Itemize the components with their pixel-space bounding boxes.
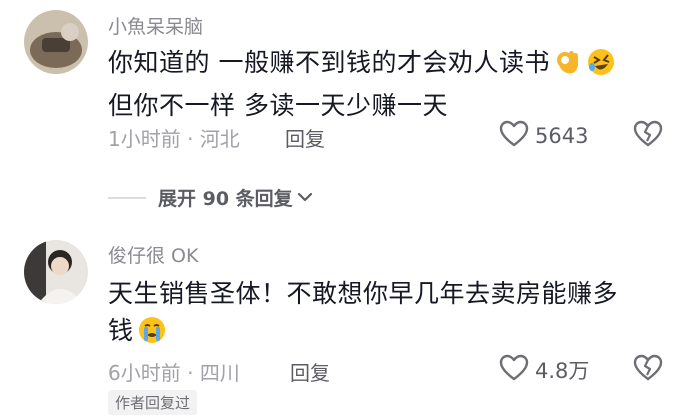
like-button[interactable]: 4.8万 <box>499 354 589 386</box>
author-replied-badge: 作者回复过 <box>108 390 198 415</box>
comment-text: 你知道的 一般赚不到钱的才会劝人读书 但你不一样 多读一天少赚一天 <box>108 44 616 124</box>
comment-text-line: 天生销售圣体！不敢想你早几年去卖房能赚多 <box>108 279 619 308</box>
comment-text-line: 但你不一样 多读一天少赚一天 <box>108 91 448 120</box>
ok-hand-emoji <box>553 47 583 87</box>
comment-item: 俊仔很 OK 天生销售圣体！不敢想你早几年去卖房能赚多 钱 6小时前 · 四川 … <box>0 228 690 418</box>
avatar[interactable] <box>24 240 88 304</box>
reply-button[interactable]: 回复 <box>290 357 330 386</box>
comment-time: 6小时前 <box>108 361 181 385</box>
expand-replies-label: 展开 90 条回复 <box>158 188 293 210</box>
username[interactable]: 俊仔很 OK <box>108 241 198 268</box>
comment-location: 四川 <box>199 361 240 385</box>
username[interactable]: 小魚呆呆脑 <box>108 12 203 39</box>
meta-separator: · <box>187 361 194 385</box>
heart-icon <box>499 120 529 152</box>
like-button[interactable]: 5643 <box>499 120 588 152</box>
dislike-button[interactable] <box>633 354 663 386</box>
comment-text-line: 钱 <box>108 316 134 345</box>
dislike-button[interactable] <box>633 120 663 152</box>
broken-heart-icon <box>633 120 663 152</box>
expand-replies-button[interactable]: 展开 90 条回复 <box>108 184 313 211</box>
heart-icon <box>499 354 529 386</box>
crying-emoji <box>137 315 167 355</box>
like-count: 5643 <box>535 124 589 148</box>
chevron-down-icon <box>297 188 313 207</box>
avatar[interactable] <box>24 10 88 74</box>
comment-text-line: 你知道的 一般赚不到钱的才会劝人读书 <box>108 48 550 77</box>
comment-meta: 6小时前 · 四川 <box>108 357 240 386</box>
like-count: 4.8万 <box>535 359 590 383</box>
rolling-laughing-emoji <box>586 47 616 87</box>
comment-location: 河北 <box>199 127 240 151</box>
divider-line <box>108 196 146 199</box>
comment-time: 1小时前 <box>108 127 181 151</box>
broken-heart-icon <box>633 354 663 386</box>
meta-separator: · <box>187 127 194 151</box>
comment-meta: 1小时前 · 河北 <box>108 123 240 152</box>
comment-item: 小魚呆呆脑 你知道的 一般赚不到钱的才会劝人读书 但你不一样 多读一天少赚一天 … <box>0 0 690 180</box>
comment-text: 天生销售圣体！不敢想你早几年去卖房能赚多 钱 <box>108 275 618 355</box>
reply-button[interactable]: 回复 <box>285 123 325 152</box>
